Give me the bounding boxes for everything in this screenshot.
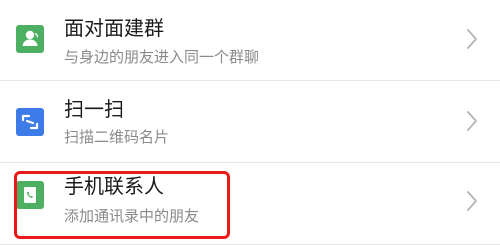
item-subtitle: 扫描二维码名片 — [64, 128, 170, 146]
list-item-face-to-face-group[interactable]: 面对面建群 与身边的朋友进入同一个群聊 — [0, 0, 500, 80]
item-title: 扫一扫 — [64, 97, 124, 121]
chevron-right-icon — [467, 29, 477, 49]
item-subtitle: 添加通讯录中的朋友 — [64, 207, 200, 225]
list-item-phone-contacts[interactable]: 手机联系人 添加通讯录中的朋友 — [0, 164, 500, 244]
phone-contacts-icon — [16, 181, 44, 209]
chevron-right-icon — [467, 191, 477, 211]
item-title: 面对面建群 — [64, 16, 164, 40]
list-item-scan[interactable]: 扫一扫 扫描二维码名片 — [0, 82, 500, 162]
chevron-right-icon — [467, 111, 477, 131]
item-subtitle: 与身边的朋友进入同一个群聊 — [64, 48, 260, 66]
face-to-face-group-icon — [16, 25, 44, 53]
scan-icon — [16, 108, 44, 136]
item-title: 手机联系人 — [64, 174, 164, 198]
divider — [0, 162, 500, 163]
divider — [0, 80, 500, 81]
add-friends-options-list: 面对面建群 与身边的朋友进入同一个群聊 扫一扫 扫描二维码名片 手机联系人 添加… — [0, 0, 500, 245]
